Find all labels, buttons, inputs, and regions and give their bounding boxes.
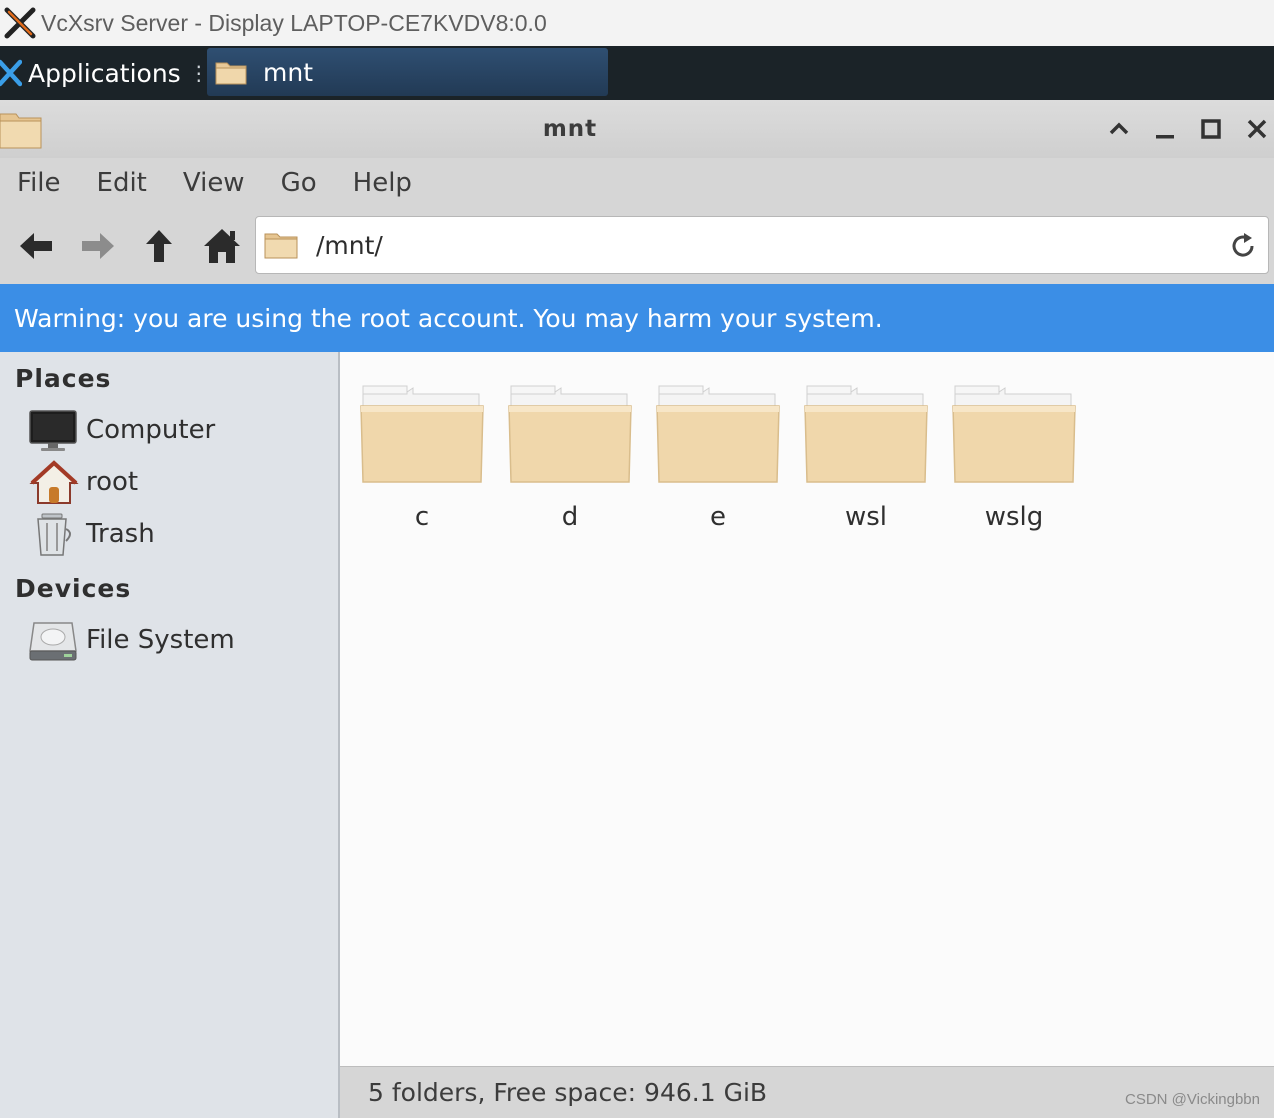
folder-item-e[interactable]: e [655, 384, 781, 544]
xfce-x-icon [0, 59, 22, 87]
x-logo-icon [4, 7, 36, 39]
window-title-bar[interactable]: mnt [0, 100, 1274, 158]
menu-view[interactable]: View [183, 168, 245, 198]
xfce-panel: Applications ⋮ mnt [0, 46, 1274, 100]
sidebar-item-root[interactable]: root [28, 458, 138, 506]
devices-heading: Devices [15, 574, 132, 603]
harddisk-icon [29, 622, 77, 661]
root-warning-bar: Warning: you are using the root account.… [0, 284, 1274, 352]
folder-label: c [414, 502, 430, 532]
menu-edit[interactable]: Edit [97, 168, 147, 198]
folder-icon [215, 62, 247, 85]
forward-arrow-icon[interactable] [78, 226, 118, 266]
applications-menu-button[interactable]: Applications ⋮ [0, 46, 215, 100]
sidebar-item-trash[interactable]: Trash [28, 510, 155, 558]
sidebar-item-label: root [86, 467, 139, 497]
folder-label: e [710, 502, 726, 532]
menu-file[interactable]: File [17, 168, 61, 198]
folder-item-d[interactable]: d [507, 384, 633, 544]
folder-label: wsl [844, 502, 888, 532]
root-warning-text: Warning: you are using the root account.… [14, 303, 883, 333]
places-heading: Places [15, 364, 112, 393]
sidebar-item-label: Trash [86, 519, 155, 549]
sidebar: Places Computer root Trash Devices File … [0, 352, 340, 1118]
back-arrow-icon[interactable] [16, 226, 56, 266]
menu-bar: File Edit View Go Help [0, 158, 1274, 208]
watermark: CSDN @Vickingbbn [1124, 1091, 1260, 1108]
home-icon[interactable] [202, 226, 242, 266]
menu-help[interactable]: Help [353, 168, 412, 198]
folder-icon [264, 233, 298, 259]
folder-item-wslg[interactable]: wslg [951, 384, 1077, 544]
reload-icon[interactable] [1228, 231, 1258, 261]
folder-icon [360, 385, 484, 483]
folder-item-wsl[interactable]: wsl [803, 384, 929, 544]
window-title: mnt [542, 116, 598, 142]
up-arrow-icon[interactable] [139, 226, 179, 266]
folder-icon [508, 385, 632, 483]
status-bar: 5 folders, Free space: 946.1 GiB CSDN @V… [340, 1066, 1274, 1118]
home-icon [29, 460, 79, 504]
computer-icon [29, 410, 77, 451]
minimize-icon[interactable] [1152, 116, 1178, 142]
file-view[interactable]: c d e wsl wslg [340, 352, 1274, 1066]
sidebar-item-label: File System [86, 625, 235, 655]
trash-icon [37, 513, 71, 556]
close-icon[interactable] [1244, 116, 1270, 142]
folder-item-c[interactable]: c [359, 384, 485, 544]
panel-separator: ⋮ [188, 61, 209, 85]
taskbar-window-button-mnt[interactable]: mnt [207, 48, 608, 96]
location-path[interactable]: /mnt/ [316, 231, 383, 260]
location-bar[interactable]: /mnt/ [255, 216, 1269, 274]
folder-label: wslg [984, 502, 1044, 532]
maximize-icon[interactable] [1198, 116, 1224, 142]
toolbar: /mnt/ [0, 208, 1274, 284]
folder-icon [952, 385, 1076, 483]
host-window-title: VcXsrv Server - Display LAPTOP-CE7KVDV8:… [41, 9, 547, 36]
menu-go[interactable]: Go [281, 168, 317, 198]
taskbar-window-label: mnt [263, 57, 313, 87]
sidebar-item-file-system[interactable]: File System [28, 616, 235, 664]
folder-label: d [561, 502, 579, 532]
applications-label: Applications [28, 58, 181, 88]
folder-icon [804, 385, 928, 483]
sidebar-item-label: Computer [86, 415, 216, 445]
status-text: 5 folders, Free space: 946.1 GiB [368, 1078, 768, 1107]
shade-icon[interactable] [1106, 116, 1132, 142]
sidebar-item-computer[interactable]: Computer [28, 406, 215, 454]
host-title-bar[interactable]: VcXsrv Server - Display LAPTOP-CE7KVDV8:… [0, 0, 1274, 46]
folder-icon [656, 385, 780, 483]
